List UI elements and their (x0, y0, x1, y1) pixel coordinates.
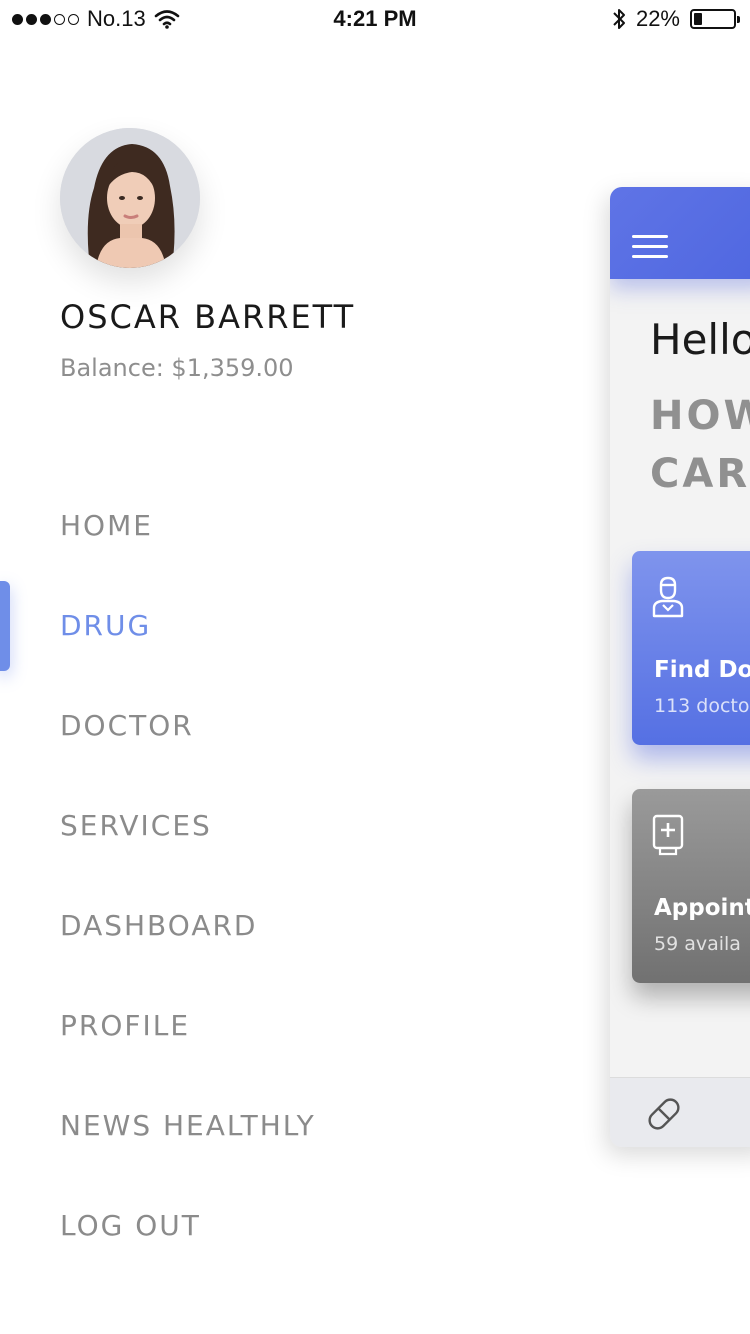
active-menu-indicator (0, 581, 10, 671)
avatar-portrait (60, 128, 200, 268)
preview-tab-bar (610, 1077, 750, 1147)
medical-record-icon (652, 814, 684, 856)
battery-icon (690, 9, 740, 29)
menu-item-drug[interactable]: DRUG (60, 576, 316, 676)
menu-item-profile[interactable]: PROFILE (60, 976, 316, 1076)
find-doctor-title: Find Do (654, 657, 750, 683)
menu-item-dashboard[interactable]: DASHBOARD (60, 876, 316, 976)
pill-icon[interactable] (644, 1094, 684, 1134)
menu-item-log-out[interactable]: LOG OUT (60, 1176, 316, 1276)
battery-level (694, 13, 702, 25)
find-doctor-card[interactable]: Find Do 113 doctor (632, 551, 750, 745)
status-right: 22% (612, 6, 740, 32)
status-bar: No.13 4:21 PM 22% (0, 0, 750, 40)
preview-header (610, 187, 750, 279)
appointment-count: 59 availa (654, 933, 741, 955)
find-doctor-count: 113 doctor (654, 695, 750, 717)
user-balance: Balance: $1,359.00 (60, 354, 294, 382)
appointment-card[interactable]: Appoint 59 availa (632, 789, 750, 983)
menu-item-news-healthly[interactable]: NEWS HEALTHLY (60, 1076, 316, 1176)
drawer-menu: HOME DRUG DOCTOR SERVICES DASHBOARD PROF… (60, 476, 316, 1276)
appointment-title: Appoint (654, 895, 750, 921)
main-screen-preview[interactable]: Hello HOW CARE Find Do 113 doctor Appoin… (610, 187, 750, 1147)
preview-subtitle: HOW CARE (650, 393, 750, 497)
battery-percent: 22% (635, 6, 680, 31)
menu-item-home[interactable]: HOME (60, 476, 316, 576)
hamburger-icon[interactable] (632, 235, 668, 259)
avatar[interactable] (60, 128, 200, 268)
bluetooth-icon (613, 9, 625, 29)
menu-item-doctor[interactable]: DOCTOR (60, 676, 316, 776)
user-name: OSCAR BARRETT (60, 298, 356, 336)
preview-greeting: Hello (650, 315, 750, 364)
menu-item-services[interactable]: SERVICES (60, 776, 316, 876)
doctor-icon (652, 576, 684, 618)
